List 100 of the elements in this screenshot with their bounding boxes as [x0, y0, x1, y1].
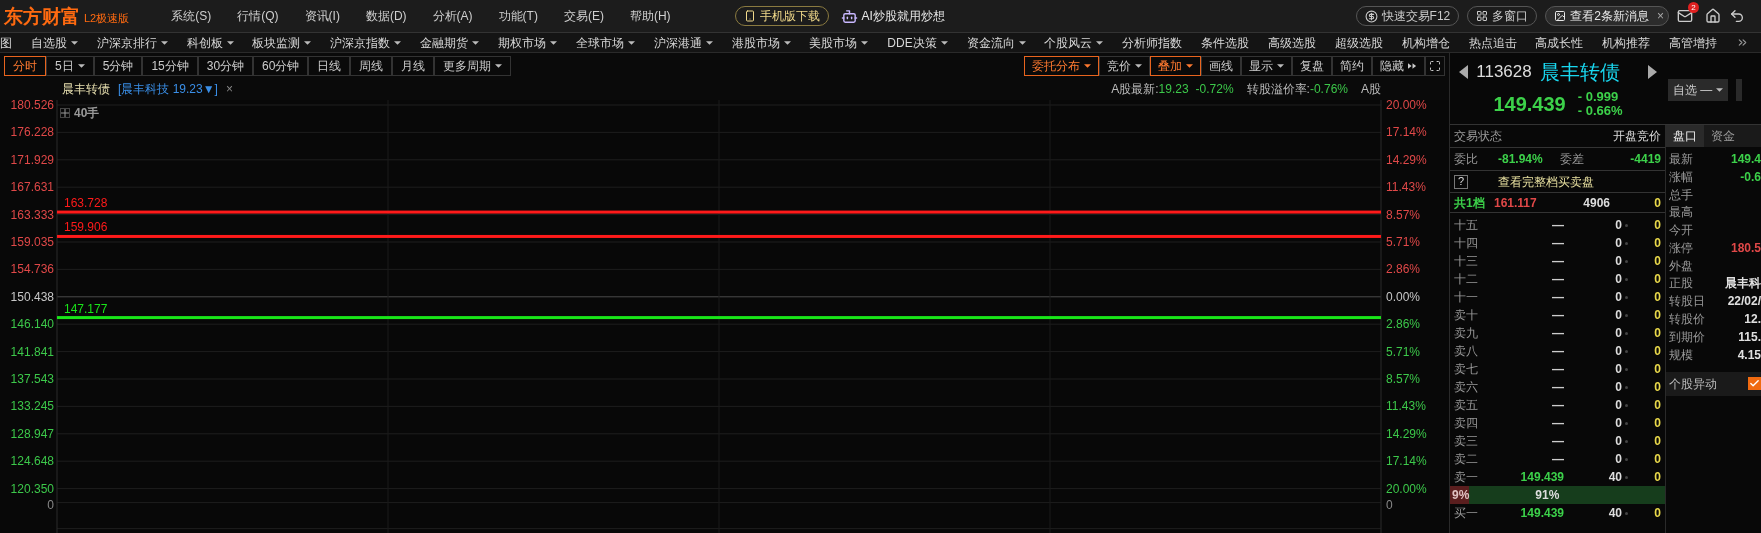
nav-item[interactable]: 分析师指数 [1122, 33, 1183, 52]
previous-icon[interactable] [1459, 65, 1469, 79]
ai-promo-link[interactable]: AI炒股就用炒想 [840, 7, 945, 25]
price-cell-text: — [1551, 253, 1564, 270]
percent-axis-label: 20.00% [1386, 98, 1427, 112]
chart-tool-button[interactable]: 叠加 [1150, 55, 1201, 76]
close-button[interactable]: × [1657, 7, 1664, 25]
price-level-label: 163.728 [64, 197, 108, 211]
nav-item[interactable]: 超级选股 [1334, 33, 1383, 52]
percent-axis-label: 17.14% [1386, 125, 1427, 140]
period-tab[interactable]: 5分钟 [93, 55, 143, 76]
menu-item[interactable]: 分析(A) [432, 7, 473, 25]
period-tab[interactable]: 月线 [392, 55, 435, 76]
mail-icon[interactable] [1677, 8, 1693, 24]
menu-item[interactable]: 行情(Q) [237, 7, 279, 25]
nav-item[interactable]: 个股风云 [1044, 33, 1104, 52]
price-axis-label: 180.526 [10, 98, 54, 112]
nav-item[interactable]: 期权市场 [498, 33, 557, 52]
change-cell-text: 0 [1653, 253, 1661, 270]
period-tab[interactable]: 更多周期 [434, 55, 512, 76]
total-volume: 4906 [1582, 194, 1610, 212]
change-cell-text: 0 [1653, 469, 1661, 486]
info-value: 19.23 [1158, 81, 1189, 98]
caret-icon [472, 40, 480, 45]
price-axis-label: 141.841 [10, 344, 54, 359]
nav-item[interactable]: 机构推荐 [1602, 33, 1651, 52]
plus-icon[interactable] [60, 108, 70, 118]
period-tab[interactable]: 60分钟 [253, 55, 309, 76]
nav-item[interactable]: 沪深京指数 [330, 33, 402, 52]
stock-link[interactable]: [晨丰科技 19.23▼] [118, 80, 218, 98]
price-change: - 0.999 [1577, 90, 1620, 104]
nav-item[interactable]: 热点追击 [1468, 33, 1517, 52]
period-tab[interactable]: 分时 [4, 55, 46, 76]
menu-item[interactable]: 功能(T) [498, 7, 538, 25]
period-tab[interactable]: 日线 [308, 55, 351, 76]
nav-item[interactable]: 美股市场 [809, 33, 869, 52]
chart-tool-button[interactable]: 画线 [1201, 55, 1241, 76]
nav-item[interactable]: 沪深港通 [653, 33, 713, 52]
price-cell-text: — [1551, 289, 1564, 306]
nav-item[interactable]: 资金流向 [966, 33, 1026, 52]
message-notice[interactable]: 查看2条新消息 × [1545, 6, 1669, 26]
nav-item[interactable]: 沪深京排行 [96, 33, 168, 52]
period-tab[interactable]: 30分钟 [197, 55, 254, 76]
nav-item[interactable]: 高成长性 [1535, 33, 1584, 52]
chart-tool-button[interactable]: 委托分布 [1024, 55, 1099, 76]
nav-item[interactable]: 板块监测 [252, 33, 312, 52]
nav-item[interactable]: 港股市场 [731, 33, 791, 52]
nav-item[interactable]: 金融期货 [420, 33, 480, 52]
nav-item[interactable]: 自选股 [30, 33, 78, 52]
home-icon[interactable] [1705, 8, 1721, 24]
percent-axis-label: 8.57% [1386, 207, 1421, 222]
percent-axis-label: 11.43% [1386, 180, 1426, 195]
nav-item[interactable]: 高管增持 [1669, 33, 1718, 52]
chart-tool-button[interactable]: 竞价 [1099, 55, 1150, 76]
volume-unit: 40手 [74, 105, 100, 122]
side-tab[interactable]: 资金 [1704, 125, 1742, 147]
change-cell-text: 0 [1653, 361, 1661, 378]
chart-tool-button[interactable]: 简约 [1332, 55, 1372, 76]
menu-item[interactable]: 资讯(I) [304, 7, 340, 25]
message-text[interactable]: 查看2条新消息 [1570, 7, 1649, 25]
volume-cell-text: 0 [1614, 415, 1622, 432]
close-button[interactable]: × [225, 80, 233, 98]
volume-cell-text: 0 [1614, 451, 1622, 468]
fullscreen-button[interactable] [1425, 55, 1445, 76]
price-axis-label: 128.947 [10, 426, 54, 441]
full-book-link[interactable]: 查看完整档买卖盘 [1498, 172, 1594, 191]
menu-item[interactable]: 数据(D) [365, 7, 407, 25]
stat-label: 外盘 [1669, 257, 1693, 275]
caret-icon [226, 40, 234, 45]
nav-item[interactable]: 高级选股 [1267, 33, 1316, 52]
alert-checkbox[interactable] [1748, 377, 1761, 391]
stat-label: 正股 [1669, 275, 1693, 293]
chart-tool-button[interactable]: 隐藏 [1372, 55, 1425, 76]
price-cell-text: — [1551, 361, 1564, 378]
price-axis-label: 159.035 [10, 235, 54, 249]
nav-item[interactable]: 全球市场 [575, 33, 635, 52]
menu-item[interactable]: 帮助(H) [629, 7, 671, 25]
caret-icon [861, 40, 869, 45]
nav-item[interactable]: 图 [0, 33, 12, 52]
nav-item[interactable]: DDE决策 [887, 33, 948, 52]
chart-tool-button[interactable]: 显示 [1241, 55, 1292, 76]
last-price: 149.439 [1493, 92, 1566, 117]
change-cell-text: 0 [1653, 271, 1661, 288]
nav-item[interactable]: 条件选股 [1201, 33, 1250, 52]
period-tab[interactable]: 周线 [350, 55, 393, 76]
nav-item[interactable]: 机构增仓 [1401, 33, 1450, 52]
menu-item[interactable]: 系统(S) [171, 7, 212, 25]
percent-axis-label: 8.57% [1386, 372, 1421, 386]
next-icon[interactable] [1647, 65, 1657, 79]
side-tab[interactable]: 盘口 [1666, 125, 1704, 147]
back-icon[interactable] [1729, 8, 1745, 24]
menu-item[interactable]: 交易(E) [563, 7, 604, 25]
watchlist-button[interactable]: 自选 — [1668, 79, 1729, 101]
chart-tool-button[interactable]: 复盘 [1292, 55, 1332, 76]
period-tab[interactable]: 5日 [46, 55, 94, 76]
period-tab[interactable]: 15分钟 [142, 55, 198, 76]
nav-item[interactable]: 科创板 [186, 33, 234, 52]
stat-label: 今开 [1669, 222, 1693, 240]
help-button[interactable]: ? [1454, 174, 1468, 189]
stat-value: 22/02/ [1727, 293, 1761, 311]
